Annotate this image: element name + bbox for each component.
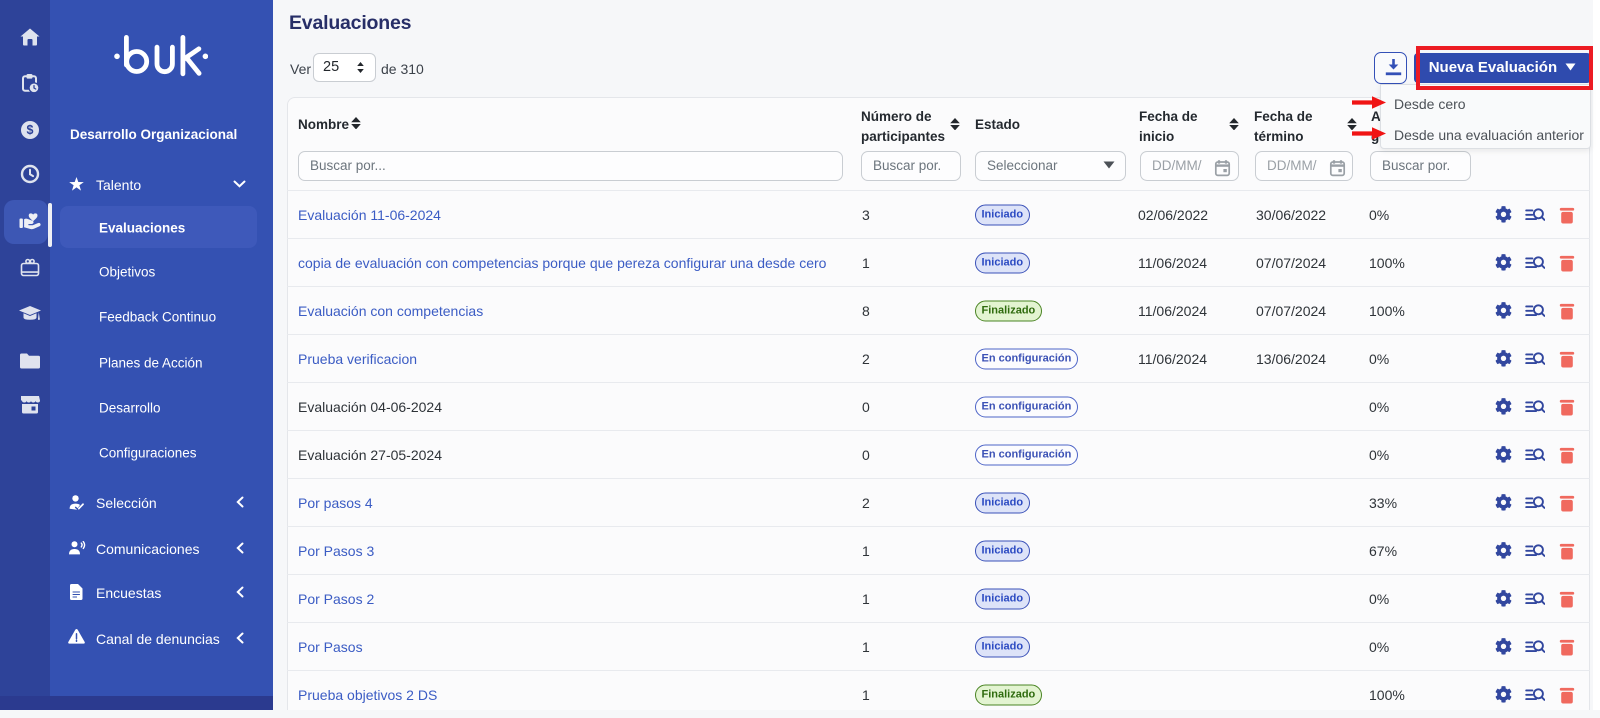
svg-text:$: $ bbox=[27, 123, 34, 137]
